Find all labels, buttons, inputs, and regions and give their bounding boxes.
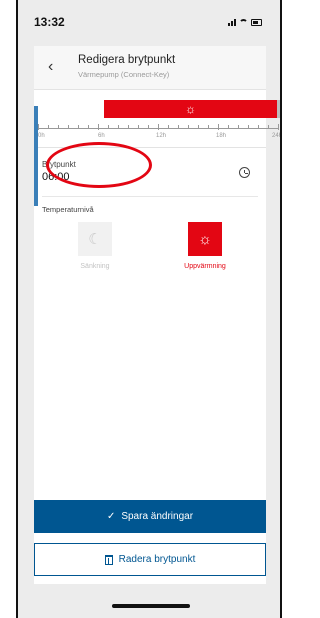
timeline-tick [188, 125, 189, 129]
timeline-tick [88, 125, 89, 129]
mode-heating-label: Uppvärmning [184, 263, 226, 270]
header: ‹ Redigera brytpunkt Värmepump (Connect-… [34, 46, 266, 90]
page-subtitle: Värmepump (Connect-Key) [78, 70, 170, 79]
save-button[interactable]: ✓ Spara ändringar [34, 500, 266, 533]
timeline-tick [228, 125, 229, 129]
timeline-tick [268, 125, 269, 129]
page-title: Redigera brytpunkt [78, 54, 176, 66]
timeline-tick [148, 125, 149, 129]
highlight-annotation [46, 142, 152, 188]
timeline-tick [168, 125, 169, 129]
timeline-tick [108, 125, 109, 129]
status-icons [228, 18, 262, 26]
tick-label: 18h [216, 133, 227, 139]
mode-heating[interactable]: ☼ Uppvärmning [160, 222, 250, 270]
home-indicator [112, 604, 190, 608]
timeline-tick [178, 125, 179, 129]
signal-icon [228, 18, 236, 26]
moon-icon: ☾ [78, 222, 112, 256]
timeline-tick [78, 125, 79, 129]
mode-lowering[interactable]: ☾ Sänkning [50, 222, 140, 270]
timeline-tick [198, 125, 199, 129]
timeline-tick [38, 124, 39, 130]
mode-lowering-label: Sänkning [80, 263, 110, 270]
timeline-tick [248, 125, 249, 129]
tick-label: 0h [38, 133, 45, 139]
timeline-tick [48, 125, 49, 129]
tick-label: 12h [156, 133, 167, 139]
timeline-tick [128, 125, 129, 129]
side-accent [34, 106, 38, 206]
heating-segment[interactable]: ☼ [104, 100, 277, 118]
timeline-tick [58, 125, 59, 129]
status-time: 13:32 [34, 15, 65, 29]
delete-button[interactable]: Radera brytpunkt [34, 543, 266, 576]
check-icon: ✓ [106, 511, 116, 522]
trash-icon [104, 554, 113, 565]
temperature-level-label: Temperaturnivå [42, 205, 94, 214]
off-segment[interactable] [277, 100, 280, 118]
timeline-tick [218, 124, 219, 130]
delete-button-label: Radera brytpunkt [118, 554, 196, 565]
divider [42, 196, 258, 197]
sun-icon: ☼ [185, 102, 196, 116]
tick-label: 6h [98, 133, 105, 139]
timeline-tick [238, 125, 239, 129]
clock-icon[interactable] [239, 167, 250, 178]
timeline-tick [98, 124, 99, 130]
timeline-tick [258, 125, 259, 129]
schedule-timeline: ☼ 0h 6h 12h 18h 24h [34, 90, 280, 148]
timeline-tick [208, 125, 209, 129]
timeline-tick [158, 124, 159, 130]
timeline-tick [118, 125, 119, 129]
back-button[interactable]: ‹ [48, 58, 64, 76]
timeline-tick [68, 125, 69, 129]
wifi-icon [239, 18, 248, 26]
phone-frame: 13:32 ‹ Redigera brytpunkt Värmepump (Co… [16, 0, 282, 618]
tick-label: 24h [272, 133, 282, 139]
battery-icon [251, 18, 262, 26]
timeline-tick [138, 125, 139, 129]
save-button-label: Spara ändringar [121, 511, 194, 522]
status-bar: 13:32 [18, 0, 280, 44]
timeline-tick [278, 124, 279, 130]
sun-icon: ☼ [188, 222, 222, 256]
